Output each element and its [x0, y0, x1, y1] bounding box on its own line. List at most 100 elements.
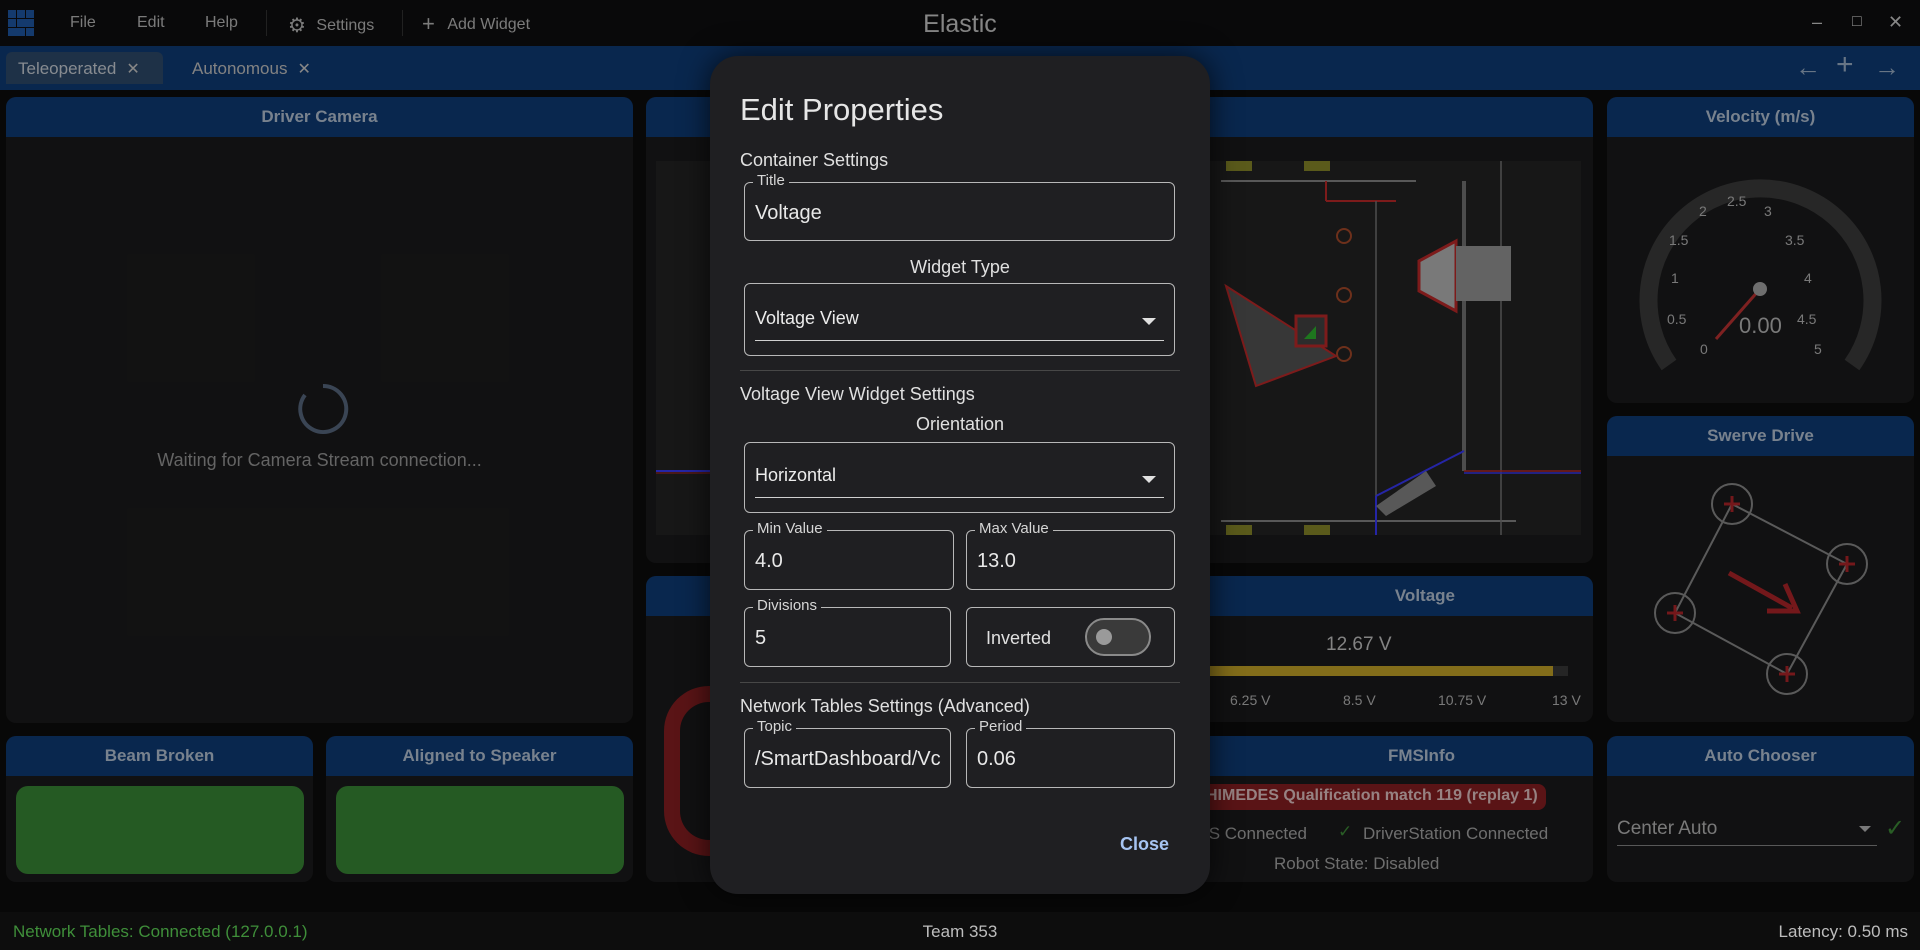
widget-beam-broken[interactable]: Beam Broken [6, 736, 313, 882]
gauge-tick: 4.5 [1797, 311, 1817, 327]
widget-swerve-drive[interactable]: Swerve Drive [1607, 416, 1914, 722]
robot-state: Robot State: Disabled [1274, 854, 1440, 873]
maximize-button[interactable]: □ [1852, 13, 1862, 31]
latency-readout: Latency: 0.50 ms [1778, 922, 1908, 941]
add-widget-label: Add Widget [447, 16, 531, 33]
divisions-label: Divisions [753, 597, 822, 614]
gauge-tick: 2.5 [1727, 193, 1747, 209]
plus-icon: + [422, 11, 435, 36]
voltage-value: 12.67 V [1326, 634, 1392, 655]
widget-fms-info[interactable]: FMSInfo HIMEDES Qualification match 119 … [1196, 736, 1593, 882]
max-value-field[interactable]: Max Value 13.0 [966, 520, 1175, 590]
widget-type-dropdown[interactable]: Voltage View [744, 283, 1175, 356]
menu-separator [402, 10, 403, 36]
status-bar: Network Tables: Connected (127.0.0.1) Te… [0, 912, 1920, 950]
gauge-tick: 0 [1700, 341, 1708, 357]
title-bar: File Edit Help ⚙ Settings + Add Widget E… [0, 0, 1920, 46]
close-button[interactable]: Close [1120, 834, 1169, 855]
min-value-field[interactable]: Min Value 4.0 [744, 520, 954, 590]
period-field[interactable]: Period 0.06 [966, 718, 1175, 788]
voltage-tick: 10.75 V [1438, 692, 1487, 708]
team-number: Team 353 [922, 922, 998, 941]
voltage-bar-track [1196, 666, 1568, 676]
topic-value: /SmartDashboard/Vc [755, 748, 941, 770]
gauge-tick: 4 [1804, 270, 1812, 286]
settings-button[interactable]: ⚙ Settings [288, 13, 374, 38]
close-icon[interactable]: ✕ [126, 61, 139, 78]
tab-autonomous[interactable]: Autonomous ✕ [180, 52, 330, 84]
widget-auto-chooser[interactable]: Auto Chooser Center Auto ✓ [1607, 736, 1914, 882]
submit-check-icon[interactable]: ✓ [1885, 814, 1905, 843]
dropdown-underline [755, 496, 1164, 498]
camera-status-text: Waiting for Camera Stream connection... [157, 450, 482, 470]
orientation-label: Orientation [915, 414, 1005, 434]
gauge-tick: 5 [1814, 341, 1822, 357]
widget-title: Auto Chooser [1607, 736, 1914, 776]
inverted-row: Inverted [966, 607, 1175, 667]
widget-type-value: Voltage View [755, 308, 859, 328]
close-icon[interactable]: ✕ [297, 61, 310, 78]
close-window-button[interactable]: ✕ [1888, 12, 1903, 33]
widget-driver-camera[interactable]: Driver Camera Waiting for Camera Stream … [6, 97, 633, 723]
divider [740, 370, 1180, 371]
arrow-left-icon[interactable]: ← [1795, 52, 1821, 83]
inverted-toggle[interactable] [1085, 618, 1151, 656]
menu-edit[interactable]: Edit [137, 14, 165, 32]
period-value: 0.06 [977, 748, 1016, 770]
gauge-tick: 3 [1764, 203, 1772, 219]
gauge-tick: 2 [1699, 203, 1707, 219]
fms-status: IS Connected [1204, 824, 1308, 843]
orientation-value: Horizontal [755, 465, 837, 485]
network-tables-heading: Network Tables Settings (Advanced) [740, 696, 1030, 716]
tab-label: Teleoperated [18, 59, 117, 78]
gear-icon: ⚙ [288, 15, 306, 37]
add-tab-icon[interactable]: + [1836, 48, 1854, 82]
tab-label: Autonomous [192, 59, 288, 78]
minimize-button[interactable]: – [1812, 12, 1822, 33]
widget-title: Velocity (m/s) [1607, 97, 1914, 137]
auto-select[interactable]: Center Auto [1617, 814, 1877, 846]
add-widget-button[interactable]: + Add Widget [422, 11, 530, 37]
divisions-field[interactable]: Divisions 5 [744, 597, 951, 667]
title-field[interactable]: Title Voltage [744, 172, 1175, 241]
velocity-gauge [1639, 179, 1882, 371]
check-icon: ✓ [1338, 822, 1353, 841]
orientation-dropdown[interactable]: Horizontal [744, 442, 1175, 513]
min-value-label: Min Value [753, 520, 827, 537]
velocity-value: 0.00 [1739, 313, 1782, 338]
match-badge: HIMEDES Qualification match 119 (replay … [1196, 784, 1546, 810]
voltage-tick: 13 V [1552, 692, 1581, 708]
boolean-indicator [336, 786, 624, 874]
topic-label: Topic [753, 718, 797, 735]
title-field-label: Title [753, 172, 789, 189]
loading-spinner-icon [296, 382, 350, 441]
container-settings-heading: Container Settings [740, 150, 889, 170]
arrow-right-icon[interactable]: → [1874, 52, 1900, 83]
max-value-label: Max Value [975, 520, 1053, 537]
app-logo-icon [8, 10, 34, 36]
title-field-value: Voltage [755, 202, 822, 224]
gauge-tick: 0.5 [1667, 311, 1687, 327]
widget-aligned-to-speaker[interactable]: Aligned to Speaker [326, 736, 633, 882]
menu-separator [266, 10, 267, 36]
min-value-value: 4.0 [755, 550, 783, 572]
settings-label: Settings [316, 17, 375, 34]
swerve-diagram [1654, 483, 1868, 695]
widget-settings-heading: Voltage View Widget Settings [740, 384, 975, 404]
topic-field[interactable]: Topic /SmartDashboard/Vc [744, 718, 951, 788]
widget-title: FMSInfo [1196, 736, 1593, 776]
tab-teleoperated[interactable]: Teleoperated ✕ [6, 52, 163, 84]
widget-velocity[interactable]: Velocity (m/s) 0 0.5 1 1.5 2 2.5 3 3.5 4… [1607, 97, 1914, 403]
gauge-tick: 3.5 [1785, 232, 1805, 248]
gauge-tick: 1.5 [1669, 232, 1689, 248]
menu-help[interactable]: Help [205, 14, 238, 32]
widget-type-label: Widget Type [910, 257, 1010, 277]
menu-file[interactable]: File [70, 14, 96, 32]
toggle-knob [1096, 629, 1112, 645]
widget-voltage[interactable]: Voltage 12.67 V 6.25 V 8.5 V 10.75 V 13 … [1196, 576, 1593, 722]
widget-title: Aligned to Speaker [326, 736, 633, 776]
gauge-tick: 1 [1671, 270, 1679, 286]
auto-selected-value: Center Auto [1617, 818, 1718, 839]
divider [740, 682, 1180, 683]
voltage-tick: 6.25 V [1230, 692, 1271, 708]
